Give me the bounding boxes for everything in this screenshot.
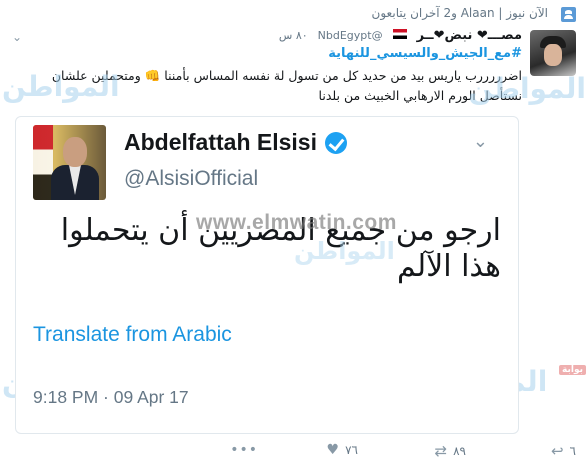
quoted-tweet-timestamp[interactable]: 9:18 PM · 09 Apr 17 xyxy=(33,387,189,408)
reply-button[interactable]: ↩ ٦ xyxy=(551,442,576,460)
chevron-down-icon[interactable]: ⌄ xyxy=(473,131,488,152)
reply-icon: ↩ xyxy=(550,442,564,460)
like-button[interactable]: ♥ ٧٦ xyxy=(327,442,358,458)
quoted-author-name-row[interactable]: Abdelfattah Elsisi xyxy=(124,129,347,156)
tweet-header: مصـــ❤ نبض❤ــر @NbdEgypt ٨٠ س xyxy=(279,28,522,43)
social-context-text: الآن نيوز | Alaan و2 آخران يتابعون xyxy=(371,6,548,20)
retweet-icon: ⇄ xyxy=(434,442,448,460)
like-count: ٧٦ xyxy=(345,443,358,457)
author-handle[interactable]: @NbdEgypt xyxy=(318,29,383,42)
retweet-count: ٨٩ xyxy=(453,444,466,458)
quoted-tweet-card[interactable]: Abdelfattah Elsisi @AlsisiOfficial ⌄ ارج… xyxy=(15,116,519,434)
heart-icon: ♥ xyxy=(326,442,340,458)
social-context[interactable]: الآن نيوز | Alaan و2 آخران يتابعون xyxy=(372,6,548,20)
author-name[interactable]: مصـــ❤ نبض❤ــر xyxy=(417,28,522,43)
person-icon xyxy=(561,7,576,22)
quoted-author-avatar[interactable] xyxy=(33,125,106,200)
more-button[interactable]: ••• xyxy=(230,442,258,458)
quoted-author-handle[interactable]: @AlsisiOfficial xyxy=(124,167,258,191)
watermark-url: www.elmwatin.com xyxy=(196,211,397,234)
quoted-author-name: Abdelfattah Elsisi xyxy=(124,129,317,155)
hashtag-link[interactable]: #مع_الجيش_والسيسي_للنهاية xyxy=(328,46,522,61)
tweet-time[interactable]: ٨٠ س xyxy=(279,29,308,42)
egypt-flag-icon xyxy=(392,29,407,39)
author-avatar[interactable] xyxy=(530,30,576,76)
tweet-actions: ↩ ٦ ⇄ ٨٩ ♥ ٧٦ ••• xyxy=(0,440,588,461)
translate-link[interactable]: Translate from Arabic xyxy=(33,323,232,347)
reply-count: ٦ xyxy=(569,444,576,458)
chevron-down-icon[interactable]: ⌄ xyxy=(12,30,22,44)
tweet-text: اضرررررب ياريس بيد من حديد كل من تسول لة… xyxy=(51,68,522,103)
watermark-badge: بوابة xyxy=(559,365,586,375)
verified-badge-icon xyxy=(324,131,347,154)
retweet-button[interactable]: ⇄ ٨٩ xyxy=(435,442,466,460)
more-icon: ••• xyxy=(230,442,258,458)
